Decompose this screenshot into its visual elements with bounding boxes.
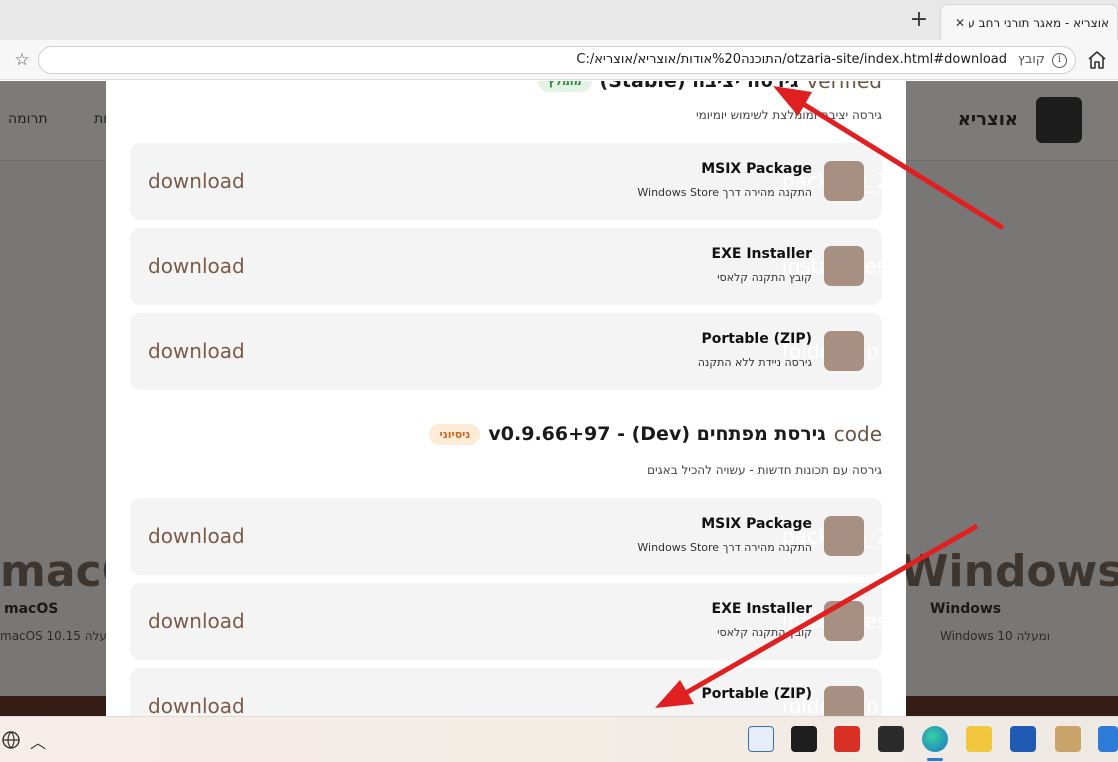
tray-chevron-icon[interactable]: ︿ <box>30 729 46 753</box>
download-link[interactable]: download <box>148 339 245 363</box>
edge-browser-icon[interactable] <box>922 726 948 752</box>
stable-zip-card[interactable]: download folder_zip Portable (ZIP) גירסה… <box>130 313 882 390</box>
active-app-indicator <box>927 758 943 761</box>
card-title: MSIX Package <box>701 516 812 532</box>
download-modal: verified גירסה יציבה (Stable) מומלץ גירס… <box>106 81 906 716</box>
card-title: Portable (ZIP) <box>701 686 812 702</box>
install-icon-box <box>824 601 864 641</box>
terminal-icon[interactable] <box>791 726 817 752</box>
download-link[interactable]: download <box>148 254 245 278</box>
card-title: Portable (ZIP) <box>701 331 812 347</box>
card-title: EXE Installer <box>711 246 812 262</box>
card-title: EXE Installer <box>711 601 812 617</box>
dev-msix-card[interactable]: download package_2 MSIX Package התקנה מה… <box>130 498 889 575</box>
library-app-icon[interactable] <box>1055 726 1081 752</box>
download-link[interactable]: download <box>148 524 245 548</box>
stable-msix-card[interactable]: download package_2 MSIX Package התקנה מה… <box>130 143 889 220</box>
zip-icon-box <box>824 686 864 716</box>
dev-section-title: code גירסת מפתחים (Dev) - v0.9.66+97 ניס… <box>429 422 882 446</box>
package-icon-box <box>824 161 864 201</box>
dev-description: גירסה עם תכונות חדשות - עשויה להכיל באגי… <box>647 463 882 477</box>
language-globe-icon[interactable] <box>0 729 22 751</box>
site-info-icon[interactable]: i <box>1052 53 1067 68</box>
url-input[interactable]: C:/התוכנה%20אודות/אוצריא/אוצריא/otzaria-… <box>38 46 1076 74</box>
web-page: אוצריא תרומה תכונות Windows Windows Wind… <box>0 81 1118 716</box>
dev-exe-card[interactable]: download install_desktop EXE Installer ק… <box>130 583 906 660</box>
home-icon[interactable] <box>1086 49 1108 71</box>
stable-description: גירסה יציבה ומומלצת לשימוש יומיומי <box>695 108 882 122</box>
file-label: קובץ <box>1017 52 1045 67</box>
new-tab-button[interactable]: + <box>906 8 932 34</box>
taskbar: ︿ <box>0 716 1118 762</box>
recommended-badge: מומלץ <box>537 81 592 92</box>
tab-bar: + אוצריא - מאגר תורני רחב עם ממשק ✕ <box>0 0 1118 40</box>
dev-heading: גירסת מפתחים (Dev) - v0.9.66+97 <box>488 423 826 445</box>
zip-icon-box <box>824 331 864 371</box>
pdf-icon[interactable] <box>834 726 860 752</box>
experimental-badge: ניסיוני <box>429 423 481 445</box>
file-explorer-icon[interactable] <box>966 726 992 752</box>
windows-app-icon[interactable] <box>1098 726 1118 752</box>
tab-title: אוצריא - מאגר תורני רחב עם ממשק <box>969 15 1109 30</box>
card-description: התקנה מהירה דרך Windows Store <box>637 541 812 554</box>
dev-zip-card[interactable]: download folder_zip Portable (ZIP) <box>130 668 882 716</box>
otzaria-app-icon[interactable] <box>878 726 904 752</box>
card-description: התקנה מהירה דרך Windows Store <box>637 186 812 199</box>
verified-icon: verified <box>806 81 882 93</box>
address-bar: ☆ C:/התוכנה%20אודות/אוצריא/אוצריא/otzari… <box>0 40 1118 80</box>
card-description: גירסה ניידת ללא התקנה <box>697 356 812 369</box>
download-link[interactable]: download <box>148 694 245 716</box>
install-icon-box <box>824 246 864 286</box>
card-description: קובץ התקנה קלאסי <box>717 271 812 284</box>
package-icon-box <box>824 516 864 556</box>
notepad-icon[interactable] <box>748 726 774 752</box>
favorite-star-icon[interactable]: ☆ <box>12 50 32 70</box>
url-text[interactable]: C:/התוכנה%20אודות/אוצריא/אוצריא/otzaria-… <box>576 52 1007 67</box>
stable-heading: גירסה יציבה (Stable) <box>599 81 799 92</box>
download-link[interactable]: download <box>148 169 245 193</box>
card-title: MSIX Package <box>701 161 812 177</box>
code-icon: code <box>833 422 882 446</box>
download-link[interactable]: download <box>148 609 245 633</box>
card-description: קובץ התקנה קלאסי <box>717 626 812 639</box>
word-icon[interactable] <box>1010 726 1036 752</box>
stable-exe-card[interactable]: download install_desktop EXE Installer ק… <box>130 228 906 305</box>
browser-tab[interactable]: אוצריא - מאגר תורני רחב עם ממשק ✕ <box>940 4 1118 40</box>
close-tab-icon[interactable]: ✕ <box>951 16 969 30</box>
stable-section-title: verified גירסה יציבה (Stable) מומלץ <box>537 81 882 93</box>
